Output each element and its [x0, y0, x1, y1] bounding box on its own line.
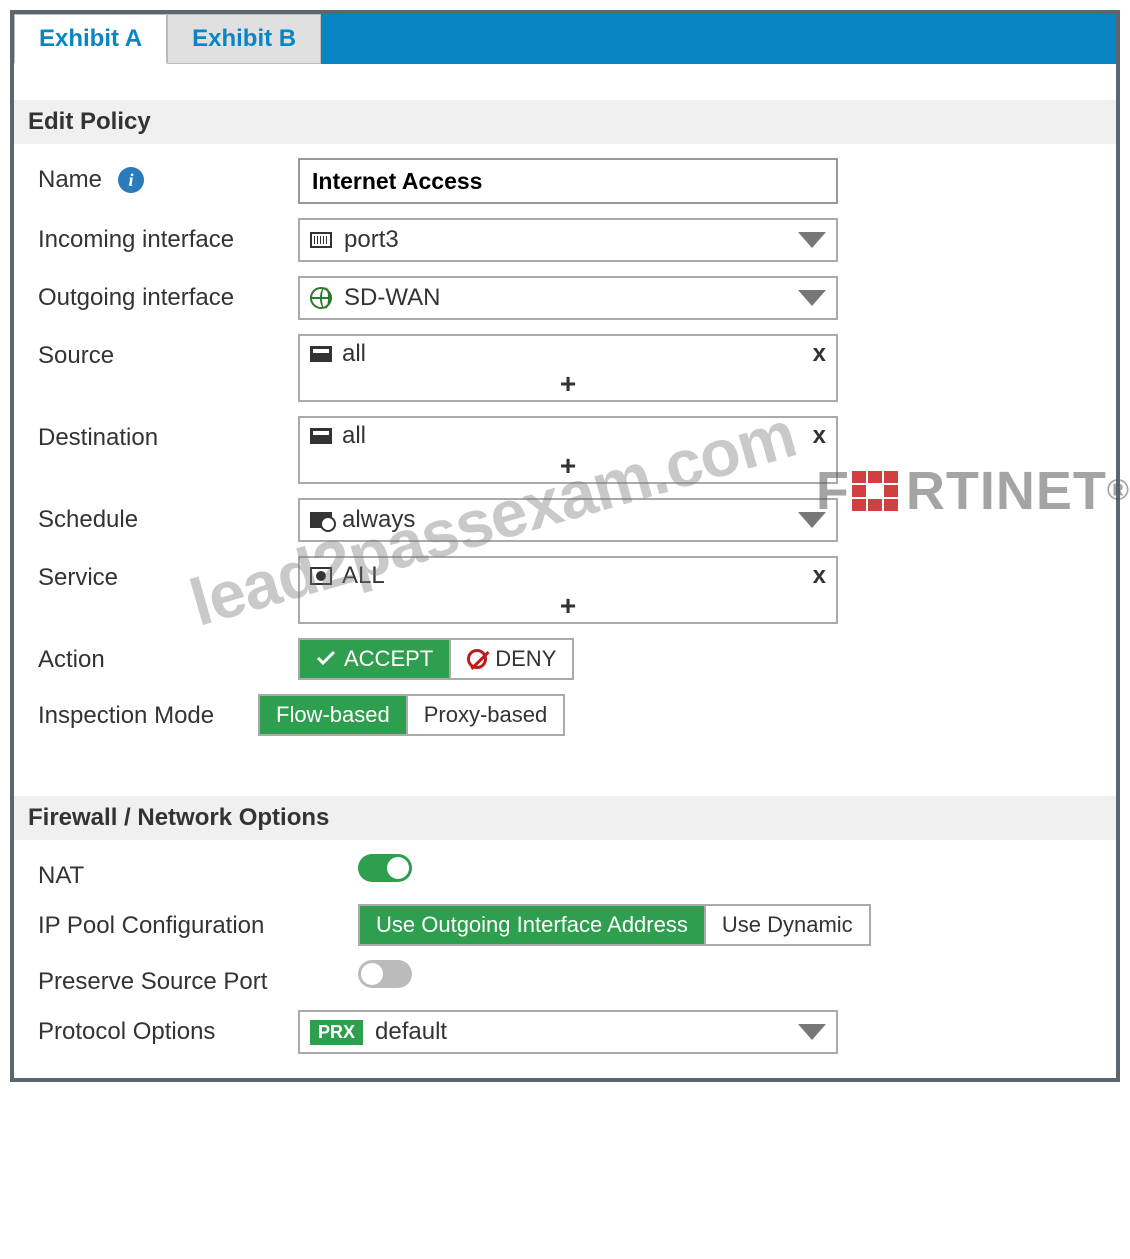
schedule-value: always — [342, 506, 415, 534]
prx-badge: PRX — [310, 1020, 363, 1045]
source-multiselect[interactable]: all x + — [298, 334, 838, 402]
port-icon — [310, 232, 332, 248]
destination-multiselect[interactable]: all x + — [298, 416, 838, 484]
outgoing-interface-value: SD-WAN — [344, 284, 440, 312]
nat-toggle[interactable] — [358, 854, 412, 882]
chevron-down-icon — [798, 512, 826, 528]
ip-pool-dynamic-button[interactable]: Use Dynamic — [704, 906, 869, 944]
tab-bar: Exhibit A Exhibit B — [14, 14, 1116, 64]
firewall-options: NAT IP Pool Configuration Use Outgoing I… — [14, 854, 1116, 1078]
chevron-down-icon — [798, 1024, 826, 1040]
service-multiselect[interactable]: ALL x + — [298, 556, 838, 624]
add-destination-button[interactable]: + — [300, 454, 836, 482]
deny-icon — [467, 649, 487, 669]
outgoing-interface-select[interactable]: SD-WAN — [298, 276, 838, 320]
schedule-label: Schedule — [38, 498, 298, 534]
tab-exhibit-a[interactable]: Exhibit A — [14, 14, 167, 64]
preserve-source-port-toggle[interactable] — [358, 960, 412, 988]
globe-icon — [310, 287, 332, 309]
name-label: Name i — [38, 158, 298, 194]
inspection-mode-toggle: Flow-based Proxy-based — [258, 694, 565, 736]
protocol-options-value: default — [375, 1018, 447, 1046]
nat-label: NAT — [38, 854, 358, 890]
destination-value: all — [342, 422, 366, 450]
add-source-button[interactable]: + — [300, 372, 836, 400]
remove-destination-icon[interactable]: x — [813, 422, 826, 450]
inspection-flow-button[interactable]: Flow-based — [260, 696, 406, 734]
source-value: all — [342, 340, 366, 368]
remove-source-icon[interactable]: x — [813, 340, 826, 368]
address-icon — [310, 346, 332, 362]
ip-pool-outgoing-button[interactable]: Use Outgoing Interface Address — [360, 906, 704, 944]
ip-pool-label: IP Pool Configuration — [38, 904, 358, 940]
service-value: ALL — [342, 562, 385, 590]
service-label: Service — [38, 556, 298, 592]
section-edit-policy: Edit Policy — [14, 100, 1116, 144]
incoming-interface-select[interactable]: port3 — [298, 218, 838, 262]
section-firewall-network: Firewall / Network Options — [14, 796, 1116, 840]
action-accept-button[interactable]: ACCEPT — [300, 640, 449, 678]
tab-exhibit-b[interactable]: Exhibit B — [167, 14, 321, 64]
action-toggle: ACCEPT DENY — [298, 638, 574, 680]
outgoing-interface-label: Outgoing interface — [38, 276, 298, 312]
incoming-interface-label: Incoming interface — [38, 218, 298, 254]
chevron-down-icon — [798, 232, 826, 248]
preserve-source-port-label: Preserve Source Port — [38, 960, 358, 996]
inspection-mode-label: Inspection Mode — [38, 694, 258, 730]
remove-service-icon[interactable]: x — [813, 562, 826, 590]
add-service-button[interactable]: + — [300, 594, 836, 622]
schedule-select[interactable]: always — [298, 498, 838, 542]
policy-form: Name i Incoming interface port3 Outgoing… — [14, 158, 1116, 760]
chevron-down-icon — [798, 290, 826, 306]
checkmark-icon — [316, 646, 336, 672]
ip-pool-toggle: Use Outgoing Interface Address Use Dynam… — [358, 904, 871, 946]
incoming-interface-value: port3 — [344, 226, 399, 254]
source-label: Source — [38, 334, 298, 370]
info-icon[interactable]: i — [118, 167, 144, 193]
inspection-proxy-button[interactable]: Proxy-based — [406, 696, 564, 734]
action-deny-button[interactable]: DENY — [449, 640, 572, 678]
service-icon — [310, 567, 332, 585]
address-icon — [310, 428, 332, 444]
protocol-options-select[interactable]: PRX default — [298, 1010, 838, 1054]
name-input[interactable] — [298, 158, 838, 204]
destination-label: Destination — [38, 416, 298, 452]
window-frame: Exhibit A Exhibit B Edit Policy Name i I… — [10, 10, 1120, 1082]
schedule-icon — [310, 512, 332, 528]
protocol-options-label: Protocol Options — [38, 1010, 298, 1046]
action-label: Action — [38, 638, 298, 674]
